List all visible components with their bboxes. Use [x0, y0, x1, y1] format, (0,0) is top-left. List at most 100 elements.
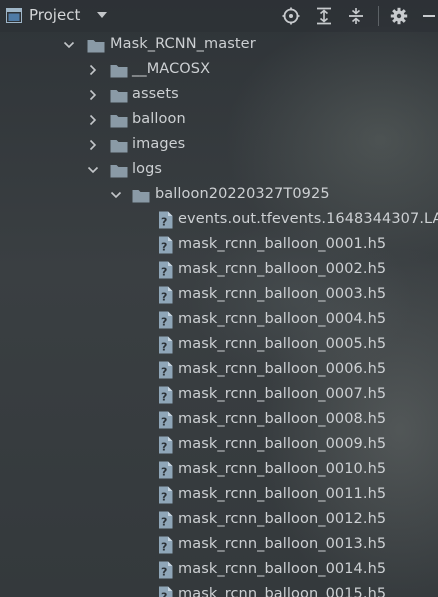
tree-file[interactable]: ? mask_rcnn_balloon_0006.h5: [0, 358, 438, 383]
svg-text:?: ?: [161, 390, 167, 403]
unknown-file-icon: ?: [159, 211, 173, 228]
chevron-down-icon[interactable]: [96, 9, 108, 21]
tree-node-label: __MACOSX: [132, 60, 211, 77]
svg-text:?: ?: [161, 490, 167, 503]
tree-node-label: mask_rcnn_balloon_0007.h5: [178, 385, 387, 402]
folder-icon: [110, 139, 128, 152]
tree-node-label: mask_rcnn_balloon_0013.h5: [178, 535, 387, 552]
folder-icon: [110, 114, 128, 127]
svg-text:?: ?: [161, 215, 167, 228]
tree-node-label: Mask_RCNN_master: [110, 35, 256, 52]
tree-file[interactable]: ? mask_rcnn_balloon_0003.h5: [0, 283, 438, 308]
tree-file[interactable]: ? mask_rcnn_balloon_0008.h5: [0, 408, 438, 433]
tree-file[interactable]: ? mask_rcnn_balloon_0013.h5: [0, 533, 438, 558]
tree-folder-balloon[interactable]: balloon: [0, 108, 438, 133]
svg-text:?: ?: [161, 290, 167, 303]
tree-folder-macosx[interactable]: __MACOSX: [0, 58, 438, 83]
tree-file[interactable]: ? mask_rcnn_balloon_0015.h5: [0, 583, 438, 597]
tree-node-label: mask_rcnn_balloon_0005.h5: [178, 335, 387, 352]
unknown-file-icon: ?: [159, 386, 173, 403]
tree-folder-balloon-run[interactable]: balloon20220327T0925: [0, 183, 438, 208]
tree-node-label: mask_rcnn_balloon_0015.h5: [178, 585, 387, 597]
project-toolbar: Project: [0, 0, 438, 32]
tree-file[interactable]: ? mask_rcnn_balloon_0002.h5: [0, 258, 438, 283]
unknown-file-icon: ?: [159, 586, 173, 597]
tree-file[interactable]: ? events.out.tfevents.1648344307.LAP: [0, 208, 438, 233]
chevron-right-icon[interactable]: [87, 89, 99, 101]
project-window-icon[interactable]: [6, 8, 22, 23]
folder-icon: [87, 39, 105, 52]
tree-node-label: mask_rcnn_balloon_0001.h5: [178, 235, 387, 252]
tree-node-label: mask_rcnn_balloon_0004.h5: [178, 310, 387, 327]
svg-text:?: ?: [161, 540, 167, 553]
svg-text:?: ?: [161, 565, 167, 578]
unknown-file-icon: ?: [159, 311, 173, 328]
svg-text:?: ?: [161, 315, 167, 328]
chevron-right-icon[interactable]: [87, 64, 99, 76]
folder-icon: [110, 64, 128, 77]
gear-icon[interactable]: [388, 5, 410, 27]
svg-text:?: ?: [161, 365, 167, 378]
unknown-file-icon: ?: [159, 561, 173, 578]
chevron-down-icon[interactable]: [110, 189, 122, 201]
collapse-all-icon[interactable]: [345, 5, 367, 27]
tree-node-label: images: [132, 135, 186, 152]
svg-text:?: ?: [161, 415, 167, 428]
tree-root-folder[interactable]: Mask_RCNN_master: [0, 33, 438, 58]
chevron-right-icon[interactable]: [87, 139, 99, 151]
tree-folder-logs[interactable]: logs: [0, 158, 438, 183]
project-title[interactable]: Project: [29, 6, 80, 24]
tree-node-label: mask_rcnn_balloon_0010.h5: [178, 460, 387, 477]
tree-node-label: mask_rcnn_balloon_0011.h5: [178, 485, 387, 502]
chevron-down-icon[interactable]: [87, 164, 99, 176]
svg-text:?: ?: [161, 440, 167, 453]
tree-node-label: mask_rcnn_balloon_0002.h5: [178, 260, 387, 277]
svg-text:?: ?: [161, 465, 167, 478]
tree-file[interactable]: ? mask_rcnn_balloon_0014.h5: [0, 558, 438, 583]
tree-node-label: mask_rcnn_balloon_0014.h5: [178, 560, 387, 577]
svg-text:?: ?: [161, 265, 167, 278]
tree-folder-images[interactable]: images: [0, 133, 438, 158]
tree-folder-assets[interactable]: assets: [0, 83, 438, 108]
unknown-file-icon: ?: [159, 511, 173, 528]
svg-text:?: ?: [161, 515, 167, 528]
tree-node-label: events.out.tfevents.1648344307.LAP: [178, 210, 438, 227]
unknown-file-icon: ?: [159, 411, 173, 428]
tree-node-label: balloon: [132, 110, 186, 127]
tree-file[interactable]: ? mask_rcnn_balloon_0007.h5: [0, 383, 438, 408]
unknown-file-icon: ?: [159, 436, 173, 453]
tree-node-label: balloon20220327T0925: [155, 185, 330, 202]
tree-node-label: mask_rcnn_balloon_0012.h5: [178, 510, 387, 527]
tree-node-label: mask_rcnn_balloon_0009.h5: [178, 435, 387, 452]
tree-file[interactable]: ? mask_rcnn_balloon_0005.h5: [0, 333, 438, 358]
svg-text:?: ?: [161, 590, 167, 597]
locate-icon[interactable]: [280, 5, 302, 27]
svg-text:?: ?: [161, 240, 167, 253]
folder-icon: [132, 189, 150, 202]
unknown-file-icon: ?: [159, 286, 173, 303]
unknown-file-icon: ?: [159, 361, 173, 378]
tree-file[interactable]: ? mask_rcnn_balloon_0001.h5: [0, 233, 438, 258]
tree-node-label: mask_rcnn_balloon_0003.h5: [178, 285, 387, 302]
tree-node-label: logs: [132, 160, 163, 177]
unknown-file-icon: ?: [159, 486, 173, 503]
tree-file[interactable]: ? mask_rcnn_balloon_0012.h5: [0, 508, 438, 533]
tree-file[interactable]: ? mask_rcnn_balloon_0011.h5: [0, 483, 438, 508]
unknown-file-icon: ?: [159, 536, 173, 553]
tree-file[interactable]: ? mask_rcnn_balloon_0009.h5: [0, 433, 438, 458]
unknown-file-icon: ?: [159, 261, 173, 278]
tree-file[interactable]: ? mask_rcnn_balloon_0004.h5: [0, 308, 438, 333]
svg-text:?: ?: [161, 340, 167, 353]
expand-all-icon[interactable]: [313, 5, 335, 27]
tree-file[interactable]: ? mask_rcnn_balloon_0010.h5: [0, 458, 438, 483]
tree-node-label: assets: [132, 85, 179, 102]
unknown-file-icon: ?: [159, 336, 173, 353]
tree-node-label: mask_rcnn_balloon_0006.h5: [178, 360, 387, 377]
toolbar-separator: [378, 6, 379, 26]
unknown-file-icon: ?: [159, 236, 173, 253]
chevron-right-icon[interactable]: [87, 114, 99, 126]
unknown-file-icon: ?: [159, 461, 173, 478]
hide-icon[interactable]: [418, 5, 438, 27]
folder-icon: [110, 164, 128, 177]
chevron-down-icon[interactable]: [63, 39, 75, 51]
